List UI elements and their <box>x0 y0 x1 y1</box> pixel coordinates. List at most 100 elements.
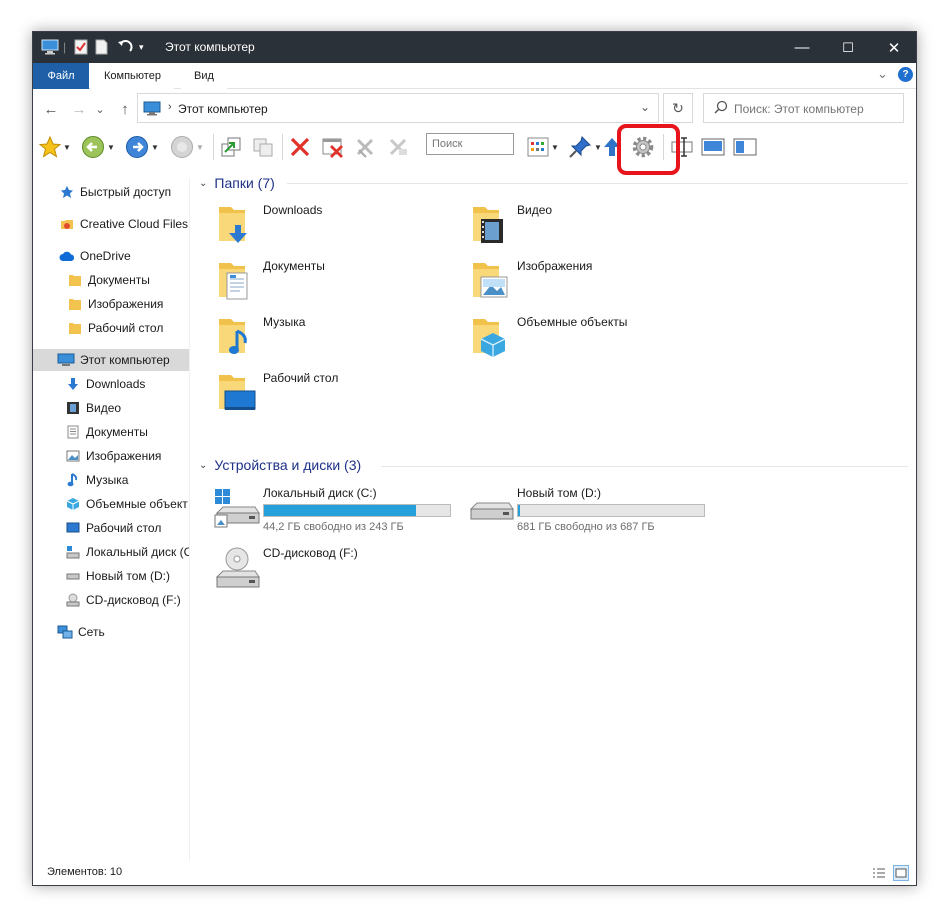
pin-button[interactable]: ▼ <box>568 133 602 161</box>
maximize-button[interactable]: ☐ <box>825 32 871 63</box>
new-file-icon[interactable] <box>95 38 108 56</box>
properties-icon[interactable] <box>74 38 88 56</box>
recent-locations-button[interactable]: ⌄ <box>93 99 107 119</box>
folder-name: Downloads <box>263 203 323 217</box>
nav-item-videos[interactable]: Видео <box>33 397 189 419</box>
nav-item-local-disk-c[interactable]: Локальный диск (C <box>33 541 189 563</box>
drive-usage-bar <box>263 504 451 517</box>
address-bar[interactable]: Этот компьютер › ⌄ <box>137 93 659 123</box>
details-pane-button[interactable] <box>733 133 757 161</box>
drive-usage-fill <box>518 505 520 516</box>
folder-tile[interactable]: Музыка <box>215 309 465 361</box>
drive-free-space: 44,2 ГБ свободно из 243 ГБ <box>263 521 404 533</box>
clear-icon <box>389 138 407 156</box>
toolbar-search-input[interactable] <box>426 133 514 155</box>
nav-item-onedrive-desktop[interactable]: Рабочий стол <box>33 317 189 339</box>
nav-item-downloads[interactable]: Downloads <box>33 373 189 395</box>
nav-label: Изображения <box>86 449 162 463</box>
nav-item-cd-drive-f[interactable]: CD-дисковод (F:) <box>33 589 189 611</box>
videos-folder-icon <box>473 207 503 243</box>
large-icons-view-button[interactable] <box>893 865 909 881</box>
details-view-icon <box>873 868 885 878</box>
forward-button[interactable]: → <box>69 99 89 119</box>
drive-tile-f[interactable]: CD-дисковод (F:) <box>213 543 463 595</box>
delete-button[interactable] <box>289 133 311 161</box>
refresh-button[interactable]: ↻ <box>663 93 693 123</box>
address-dropdown-icon[interactable]: ⌄ <box>640 100 650 114</box>
folder-tile[interactable]: Видео <box>469 197 719 249</box>
search-input[interactable] <box>734 100 894 118</box>
minimize-button[interactable]: — <box>779 32 825 63</box>
tab-computer[interactable]: Компьютер <box>91 63 174 89</box>
preview-pane-button[interactable] <box>701 133 725 161</box>
nav-item-creative-cloud[interactable]: Creative Cloud Files <box>33 213 189 235</box>
folder-tile[interactable]: Документы <box>215 253 465 305</box>
large-icons-view-icon <box>895 868 907 878</box>
cd-drive-icon <box>65 592 81 608</box>
nav-item-onedrive-documents[interactable]: Документы <box>33 269 189 291</box>
folder-tile[interactable]: Изображения <box>469 253 719 305</box>
options-button-highlight <box>617 124 680 175</box>
title-bar: | ▾ Этот компьютер — ☐ ✕ <box>33 32 916 63</box>
move-to-button[interactable] <box>219 133 243 161</box>
video-icon <box>65 400 81 416</box>
breadcrumb-separator[interactable]: › <box>168 101 172 113</box>
dropdown-arrow-icon: ▼ <box>594 142 602 152</box>
folder-tile[interactable]: Рабочий стол <box>215 365 465 417</box>
folder-tile[interactable]: Объемные объекты <box>469 309 719 361</box>
tab-file[interactable]: Файл <box>33 63 89 89</box>
computer-icon <box>41 38 59 56</box>
back-arrow-icon <box>82 136 104 158</box>
clear-button[interactable] <box>387 133 409 161</box>
tab-view[interactable]: Вид <box>181 63 227 89</box>
expand-ribbon-icon[interactable]: ⌄ <box>877 66 888 82</box>
help-icon[interactable]: ? <box>898 67 913 82</box>
search-icon <box>714 100 728 117</box>
nav-item-new-volume-d[interactable]: Новый том (D:) <box>33 565 189 587</box>
view-mode-button[interactable]: ▼ <box>527 133 559 161</box>
3d-objects-folder-icon <box>473 319 506 357</box>
back-button[interactable]: ← <box>41 99 61 119</box>
forward-history-button[interactable]: ▼ <box>125 133 159 161</box>
dropdown-arrow-icon: ▼ <box>151 142 159 152</box>
nav-item-3d-objects[interactable]: Объемные объект <box>33 493 189 515</box>
drive-usage-fill <box>264 505 417 516</box>
music-folder-icon <box>219 319 247 354</box>
folder-tile[interactable]: Downloads <box>215 197 465 249</box>
nav-item-desktop[interactable]: Рабочий стол <box>33 517 189 539</box>
stop-button[interactable]: ▼ <box>170 133 204 161</box>
back-history-button[interactable]: ▼ <box>81 133 115 161</box>
up-button[interactable]: ↑ <box>115 99 135 119</box>
folder-name: Музыка <box>263 315 306 329</box>
close-button[interactable]: ✕ <box>871 32 916 63</box>
drive-tile-c[interactable]: Локальный диск (C:) 44,2 ГБ свободно из … <box>213 483 463 535</box>
move-to-icon <box>221 137 241 157</box>
nav-item-onedrive[interactable]: OneDrive <box>33 245 189 267</box>
nav-item-this-pc[interactable]: Этот компьютер <box>33 349 189 371</box>
delete-permanently-button[interactable] <box>321 133 345 161</box>
copy-to-button[interactable] <box>251 133 275 161</box>
picture-icon <box>65 448 81 464</box>
grid-view-icon <box>527 137 549 157</box>
file-explorer-window: | ▾ Этот компьютер — ☐ ✕ Файл Компьютер … <box>32 31 917 886</box>
nav-item-pictures[interactable]: Изображения <box>33 445 189 467</box>
nav-item-network[interactable]: Сеть <box>33 621 189 643</box>
undo-icon[interactable] <box>117 38 133 56</box>
nav-item-onedrive-pictures[interactable]: Изображения <box>33 293 189 315</box>
nav-item-music[interactable]: Музыка <box>33 469 189 491</box>
nav-item-quick-access[interactable]: Быстрый доступ <box>33 181 189 203</box>
favorites-button[interactable]: ▼ <box>39 133 71 161</box>
content-area: ⌄ Папки (7) Downloads Видео Документы Из… <box>191 169 916 862</box>
drives-group-header[interactable]: ⌄ Устройства и диски (3) <box>199 455 361 475</box>
address-row: ← → ⌄ ↑ Этот компьютер › ⌄ ↻ <box>33 90 916 128</box>
cut-button[interactable] <box>354 133 376 161</box>
folders-group-header[interactable]: ⌄ Папки (7) <box>199 173 275 193</box>
customize-qat-icon[interactable]: ▾ <box>139 38 144 56</box>
details-view-button[interactable] <box>871 865 887 881</box>
nav-label: Изображения <box>88 297 164 311</box>
folder-name: Объемные объекты <box>517 315 628 329</box>
nav-label: Этот компьютер <box>80 353 170 367</box>
drive-tile-d[interactable]: Новый том (D:) 681 ГБ свободно из 687 ГБ <box>467 483 717 535</box>
nav-label: Новый том (D:) <box>86 569 170 583</box>
nav-item-documents[interactable]: Документы <box>33 421 189 443</box>
